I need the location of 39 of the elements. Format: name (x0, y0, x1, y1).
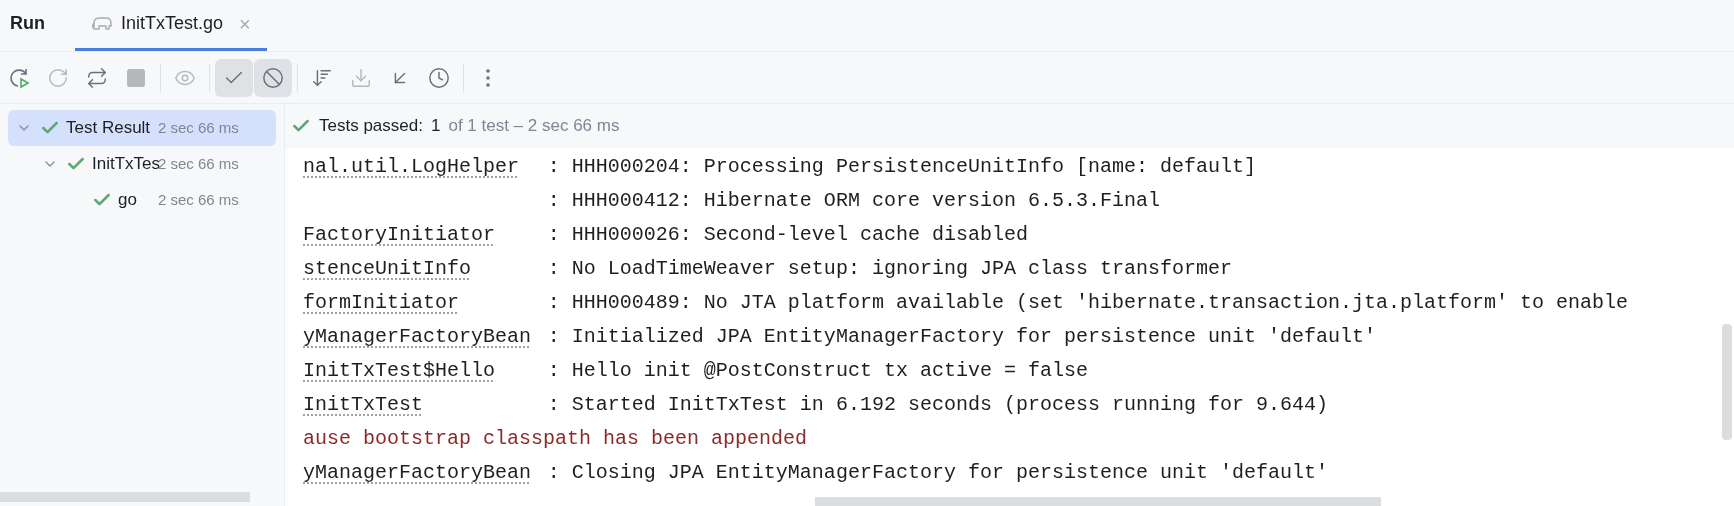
log-message: : HHH000204: Processing PersistenceUnitInfo [name: default] (547, 154, 1256, 180)
scrollbar[interactable] (815, 497, 1381, 506)
file-tab[interactable]: InitTxTest.go × (75, 0, 267, 51)
test-duration: 2 sec 66 ms (158, 153, 239, 174)
tab-label: InitTxTest.go (121, 12, 224, 35)
ban-button[interactable] (254, 58, 292, 97)
status-detail: of 1 test – 2 sec 66 ms (448, 115, 620, 138)
test-name: Test Result (66, 117, 151, 140)
tree-item[interactable]: InitTxTes2 sec 66 ms (8, 146, 276, 182)
panel-title: Run (10, 12, 45, 35)
logger-name: yManagerFactoryBean (303, 461, 532, 484)
tree-item[interactable]: go 2 sec 66 ms (8, 182, 276, 218)
logger-name: InitTxTest$Hello (303, 359, 496, 382)
log-message: : HHH000026: Second-level cache disabled (547, 222, 1028, 248)
scrollbar[interactable] (1722, 324, 1732, 440)
logger-name: FactoryInitiator (303, 223, 496, 246)
test-name: go (118, 189, 137, 212)
logger-name: yManagerFactoryBean (303, 325, 532, 348)
log-message: : HHH000489: No JTA platform available (set 'hibernate.transaction.jta.platform' to enable (547, 290, 1628, 316)
logger-name: stenceUnitInfo (303, 257, 472, 280)
status-count: 1 (430, 115, 441, 138)
tree-item[interactable]: Test Result 2 sec 66 ms (8, 110, 276, 146)
log-message: : Hello init @PostConstruct tx active = false (547, 358, 1088, 384)
logger-name: formInitiator (303, 291, 460, 314)
check-button[interactable] (215, 58, 253, 97)
log-message: : Started InitTxTest in 6.192 seconds (process running for 9.644) (547, 392, 1328, 418)
log-message: : Closing JPA EntityManagerFactory for persistence unit 'default' (547, 460, 1328, 486)
log-message: : HHH000412: Hibernate ORM core version 6.5.3.Final (547, 188, 1160, 214)
log-message: : No LoadTimeWeaver setup: ignoring JPA class transformer (547, 256, 1232, 282)
status-label: Tests passed: (319, 115, 423, 138)
logger-name: InitTxTest (303, 393, 424, 416)
test-name: InitTxTes (92, 153, 161, 176)
test-duration: 2 sec 66 ms (158, 117, 239, 138)
log-message: : Initialized JPA EntityManagerFactory for persistence unit 'default' (547, 324, 1376, 350)
scrollbar[interactable] (0, 492, 250, 502)
test-duration: 2 sec 66 ms (158, 189, 239, 210)
console-line: ause bootstrap classpath has been appended (303, 427, 808, 450)
elephant-icon (91, 14, 113, 33)
logger-name: nal.util.LogHelper (303, 155, 520, 178)
